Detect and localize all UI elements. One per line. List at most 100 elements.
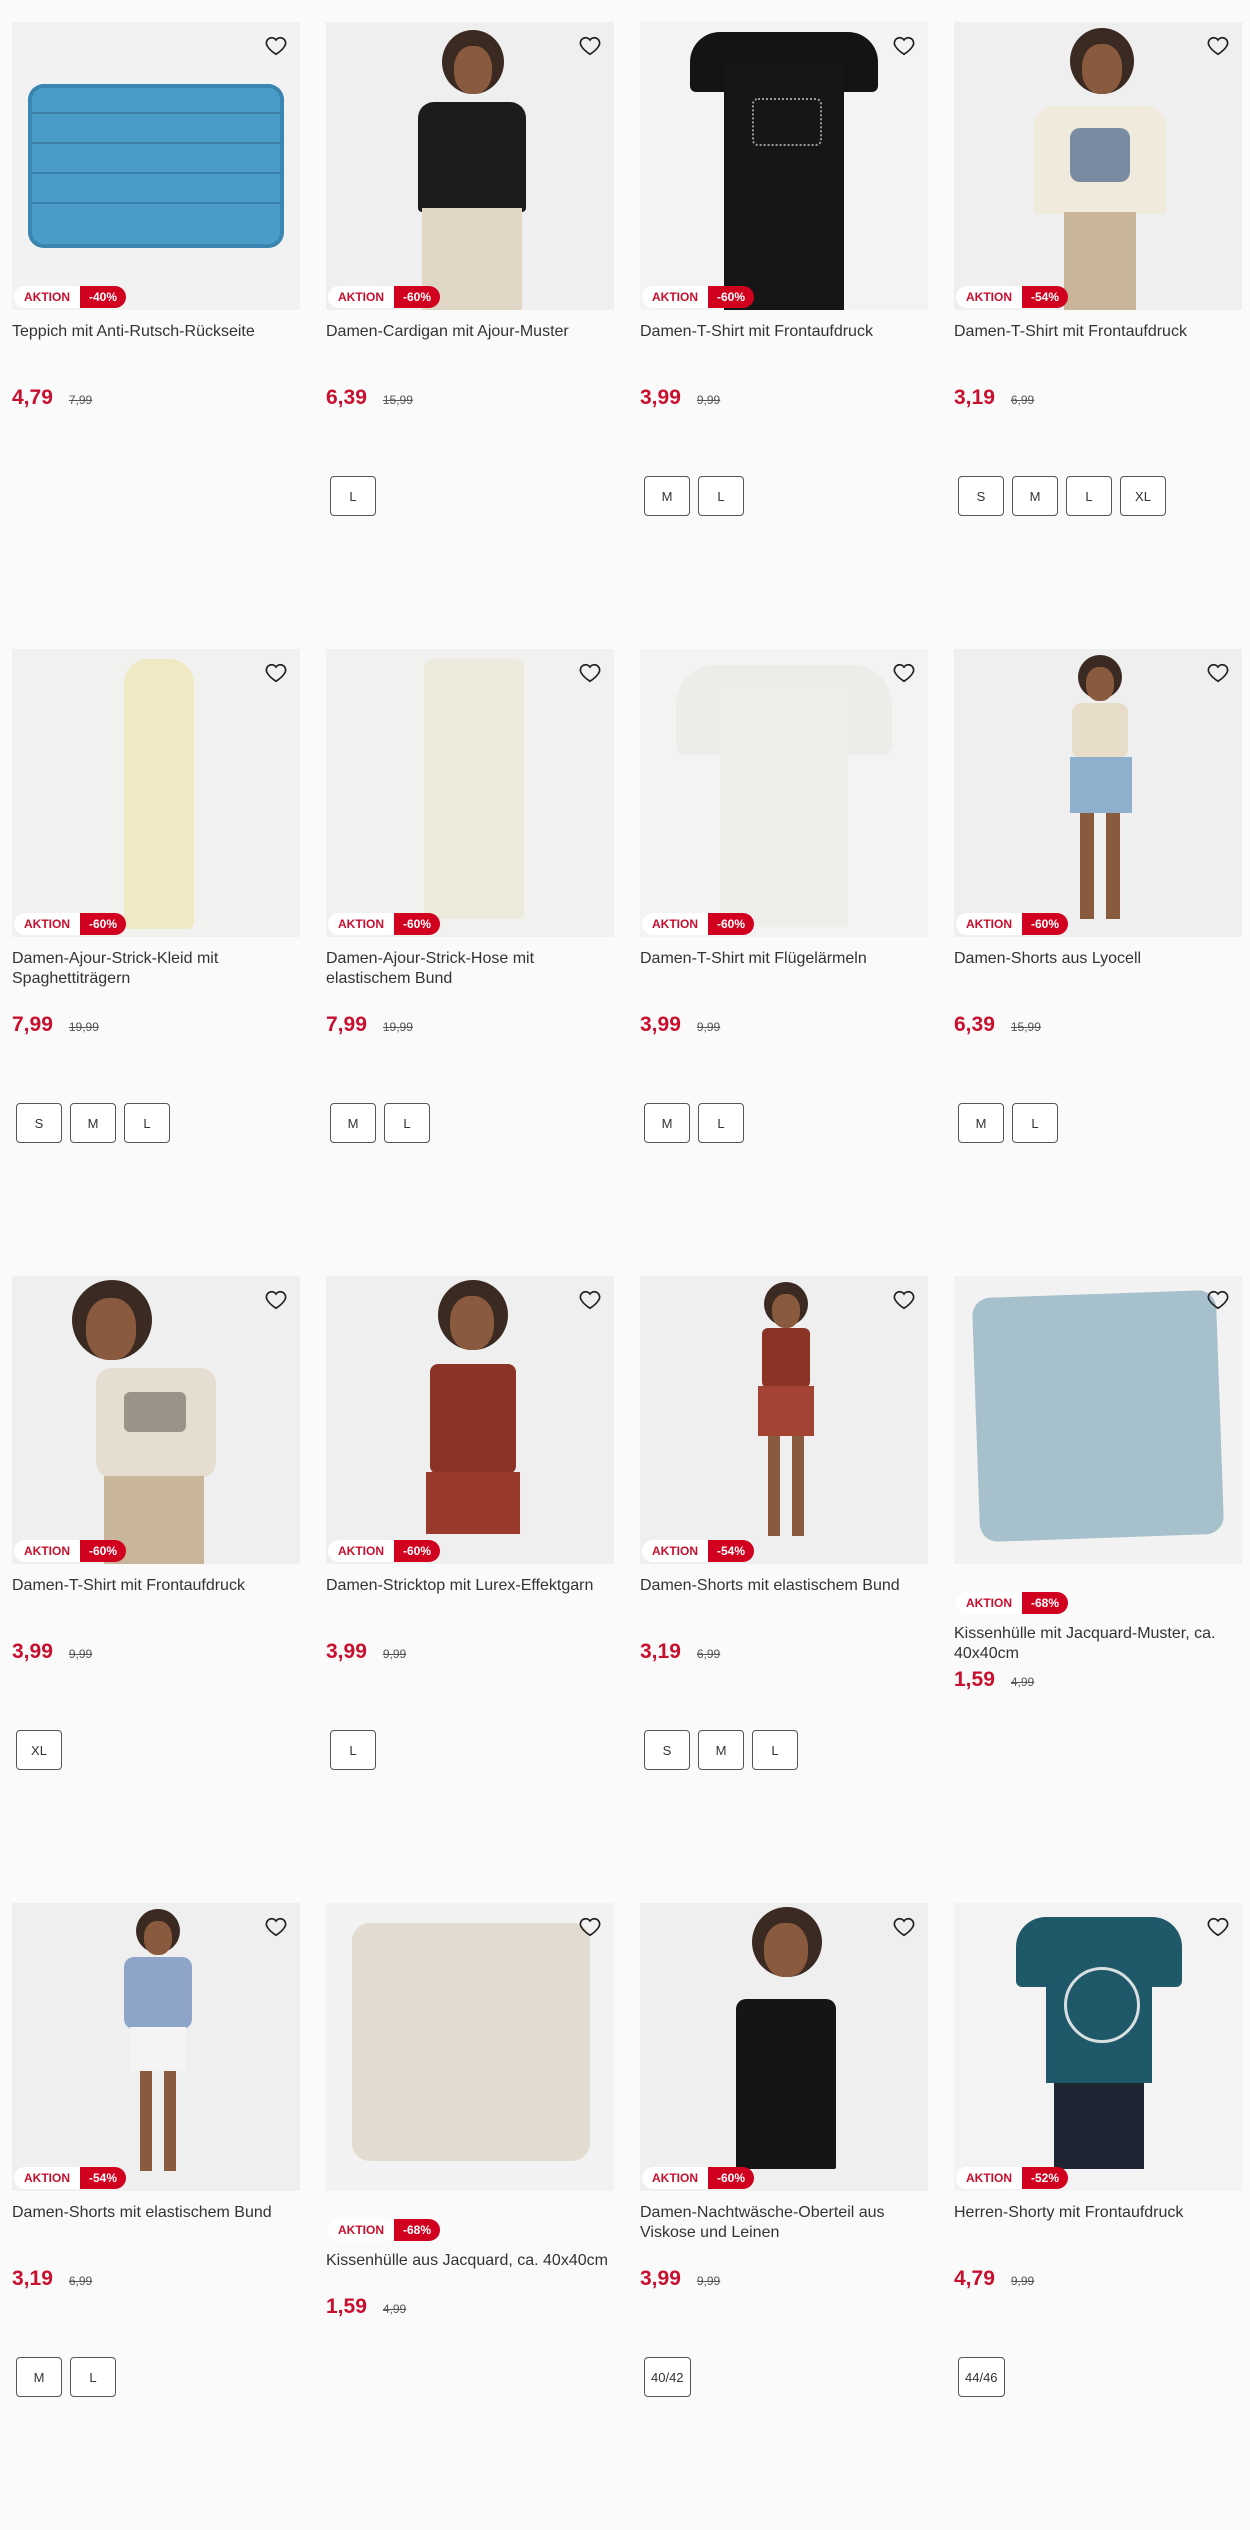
product-image-shorts-lyocell[interactable]: AKTION -60% [954, 649, 1242, 937]
product-title[interactable]: Kissenhülle mit Jacquard-Muster, ca. 40x… [954, 1624, 1242, 1664]
heart-icon[interactable] [264, 1915, 288, 1939]
product-title[interactable]: Kissenhülle aus Jacquard, ca. 40x40cm [326, 2251, 614, 2291]
heart-icon[interactable] [578, 661, 602, 685]
product-title[interactable]: Damen-Ajour-Strick-Kleid mit Spaghettitr… [12, 949, 300, 989]
heart-icon[interactable] [578, 34, 602, 58]
product-image-shorts-red[interactable]: AKTION -54% [640, 1276, 928, 1564]
heart-icon[interactable] [892, 1288, 916, 1312]
size-option[interactable]: L [70, 2357, 116, 2397]
size-option[interactable]: L [124, 1103, 170, 1143]
product-card[interactable]: AKTION -52% Herren-Shorty mit Frontaufdru… [954, 1903, 1242, 2530]
product-card[interactable]: AKTION -68% Kissenhülle aus Jacquard, ca.… [326, 1903, 614, 2530]
heart-icon[interactable] [1206, 34, 1230, 58]
price-row: 3,19 6,99 [954, 386, 1242, 410]
product-title[interactable]: Damen-Stricktop mit Lurex-Effektgarn [326, 1576, 614, 1616]
discount-label: -52% [1022, 2167, 1069, 2189]
product-title[interactable]: Damen-Cardigan mit Ajour-Muster [326, 322, 614, 362]
product-card[interactable]: AKTION -60% Damen-T-Shirt mit Frontaufdru… [640, 22, 928, 649]
heart-icon[interactable] [264, 1288, 288, 1312]
product-title[interactable]: Damen-T-Shirt mit Frontaufdruck [640, 322, 928, 362]
size-option[interactable]: 40/42 [644, 2357, 691, 2397]
heart-icon[interactable] [1206, 1915, 1230, 1939]
product-card[interactable]: AKTION -60% Damen-T-Shirt mit Flügelärmel… [640, 649, 928, 1276]
product-title[interactable]: Damen-T-Shirt mit Frontaufdruck [954, 322, 1242, 362]
size-option[interactable]: L [752, 1730, 798, 1770]
product-title[interactable]: Damen-Shorts mit elastischem Bund [640, 1576, 928, 1616]
size-option[interactable]: S [16, 1103, 62, 1143]
product-card[interactable]: AKTION -40% Teppich mit Anti-Rutsch-Rücks… [12, 22, 300, 649]
size-option[interactable]: M [1012, 476, 1058, 516]
size-option[interactable]: M [70, 1103, 116, 1143]
heart-icon[interactable] [578, 1288, 602, 1312]
product-title[interactable]: Damen-T-Shirt mit Frontaufdruck [12, 1576, 300, 1616]
size-option[interactable]: L [330, 1730, 376, 1770]
size-option[interactable]: L [1066, 476, 1112, 516]
size-option[interactable]: M [16, 2357, 62, 2397]
promo-badge: AKTION -60% [956, 913, 1069, 935]
product-image-tshirt-print-beige[interactable]: AKTION -60% [12, 1276, 300, 1564]
product-image-bath-mat[interactable]: AKTION -40% [12, 22, 300, 310]
product-card[interactable]: AKTION -60% Damen-Stricktop mit Lurex-Eff… [326, 1276, 614, 1903]
product-title[interactable]: Damen-Shorts aus Lyocell [954, 949, 1242, 989]
product-image-knit-pants[interactable]: AKTION -60% [326, 649, 614, 937]
product-image-tshirt-black[interactable]: AKTION -60% [640, 22, 928, 310]
product-title[interactable]: Teppich mit Anti-Rutsch-Rückseite [12, 322, 300, 362]
promo-badge: AKTION -54% [14, 2167, 127, 2189]
heart-icon[interactable] [1206, 661, 1230, 685]
product-image-cushion-blue[interactable] [954, 1276, 1242, 1564]
product-card[interactable]: AKTION -68% Kissenhülle mit Jacquard-Must… [954, 1276, 1242, 1903]
product-card[interactable]: AKTION -54% Damen-T-Shirt mit Frontaufdru… [954, 22, 1242, 649]
product-card[interactable]: AKTION -60% Damen-Ajour-Strick-Hose mit e… [326, 649, 614, 1276]
size-option[interactable]: L [384, 1103, 430, 1143]
product-image-men-shorty[interactable]: AKTION -52% [954, 1903, 1242, 2191]
product-image-tshirt-white[interactable]: AKTION -60% [640, 649, 928, 937]
product-title[interactable]: Damen-Ajour-Strick-Hose mit elastischem … [326, 949, 614, 989]
current-price: 3,99 [12, 1640, 53, 1663]
promo-badge: AKTION -60% [328, 286, 441, 308]
size-option[interactable]: XL [16, 1730, 62, 1770]
product-image-knit-top[interactable]: AKTION -60% [326, 1276, 614, 1564]
size-option[interactable]: S [958, 476, 1004, 516]
size-option[interactable]: M [698, 1730, 744, 1770]
size-option[interactable]: M [958, 1103, 1004, 1143]
heart-icon[interactable] [1206, 1288, 1230, 1312]
promo-badge: AKTION -60% [642, 913, 755, 935]
product-title[interactable]: Herren-Shorty mit Frontaufdruck [954, 2203, 1242, 2243]
size-option[interactable]: M [644, 476, 690, 516]
heart-icon[interactable] [578, 1915, 602, 1939]
product-image-tshirt-print[interactable]: AKTION -54% [954, 22, 1242, 310]
heart-icon[interactable] [264, 34, 288, 58]
product-image-shorts-white[interactable]: AKTION -54% [12, 1903, 300, 2191]
product-card[interactable]: AKTION -60% Damen-Shorts aus Lyocell 6,39… [954, 649, 1242, 1276]
product-card[interactable]: AKTION -60% Damen-Ajour-Strick-Kleid mit … [12, 649, 300, 1276]
size-option[interactable]: 44/46 [958, 2357, 1005, 2397]
size-option[interactable]: L [330, 476, 376, 516]
heart-icon[interactable] [892, 661, 916, 685]
product-image-cushion-beige[interactable] [326, 1903, 614, 2191]
product-card[interactable]: AKTION -54% Damen-Shorts mit elastischem … [640, 1276, 928, 1903]
product-image-cardigan[interactable]: AKTION -60% [326, 22, 614, 310]
product-title[interactable]: Damen-T-Shirt mit Flügelärmeln [640, 949, 928, 989]
product-card[interactable]: AKTION -60% Damen-Nachtwäsche-Oberteil au… [640, 1903, 928, 2530]
size-option[interactable]: L [698, 476, 744, 516]
product-title[interactable]: Damen-Nachtwäsche-Oberteil aus Viskose u… [640, 2203, 928, 2243]
product-image-knit-dress[interactable]: AKTION -60% [12, 649, 300, 937]
heart-icon[interactable] [892, 1915, 916, 1939]
size-option[interactable]: S [644, 1730, 690, 1770]
heart-icon[interactable] [264, 661, 288, 685]
heart-icon[interactable] [892, 34, 916, 58]
size-option[interactable]: M [644, 1103, 690, 1143]
size-option[interactable]: M [330, 1103, 376, 1143]
discount-label: -54% [80, 2167, 127, 2189]
size-option[interactable]: L [1012, 1103, 1058, 1143]
product-card[interactable]: AKTION -60% Damen-T-Shirt mit Frontaufdru… [12, 1276, 300, 1903]
size-option[interactable]: L [698, 1103, 744, 1143]
aktion-label: AKTION [14, 913, 80, 935]
size-option[interactable]: XL [1120, 476, 1166, 516]
product-image-nightwear-top[interactable]: AKTION -60% [640, 1903, 928, 2191]
product-title[interactable]: Damen-Shorts mit elastischem Bund [12, 2203, 300, 2243]
promo-badge: AKTION -60% [328, 913, 441, 935]
product-card[interactable]: AKTION -60% Damen-Cardigan mit Ajour-Must… [326, 22, 614, 649]
aktion-label: AKTION [328, 1540, 394, 1562]
product-card[interactable]: AKTION -54% Damen-Shorts mit elastischem … [12, 1903, 300, 2530]
